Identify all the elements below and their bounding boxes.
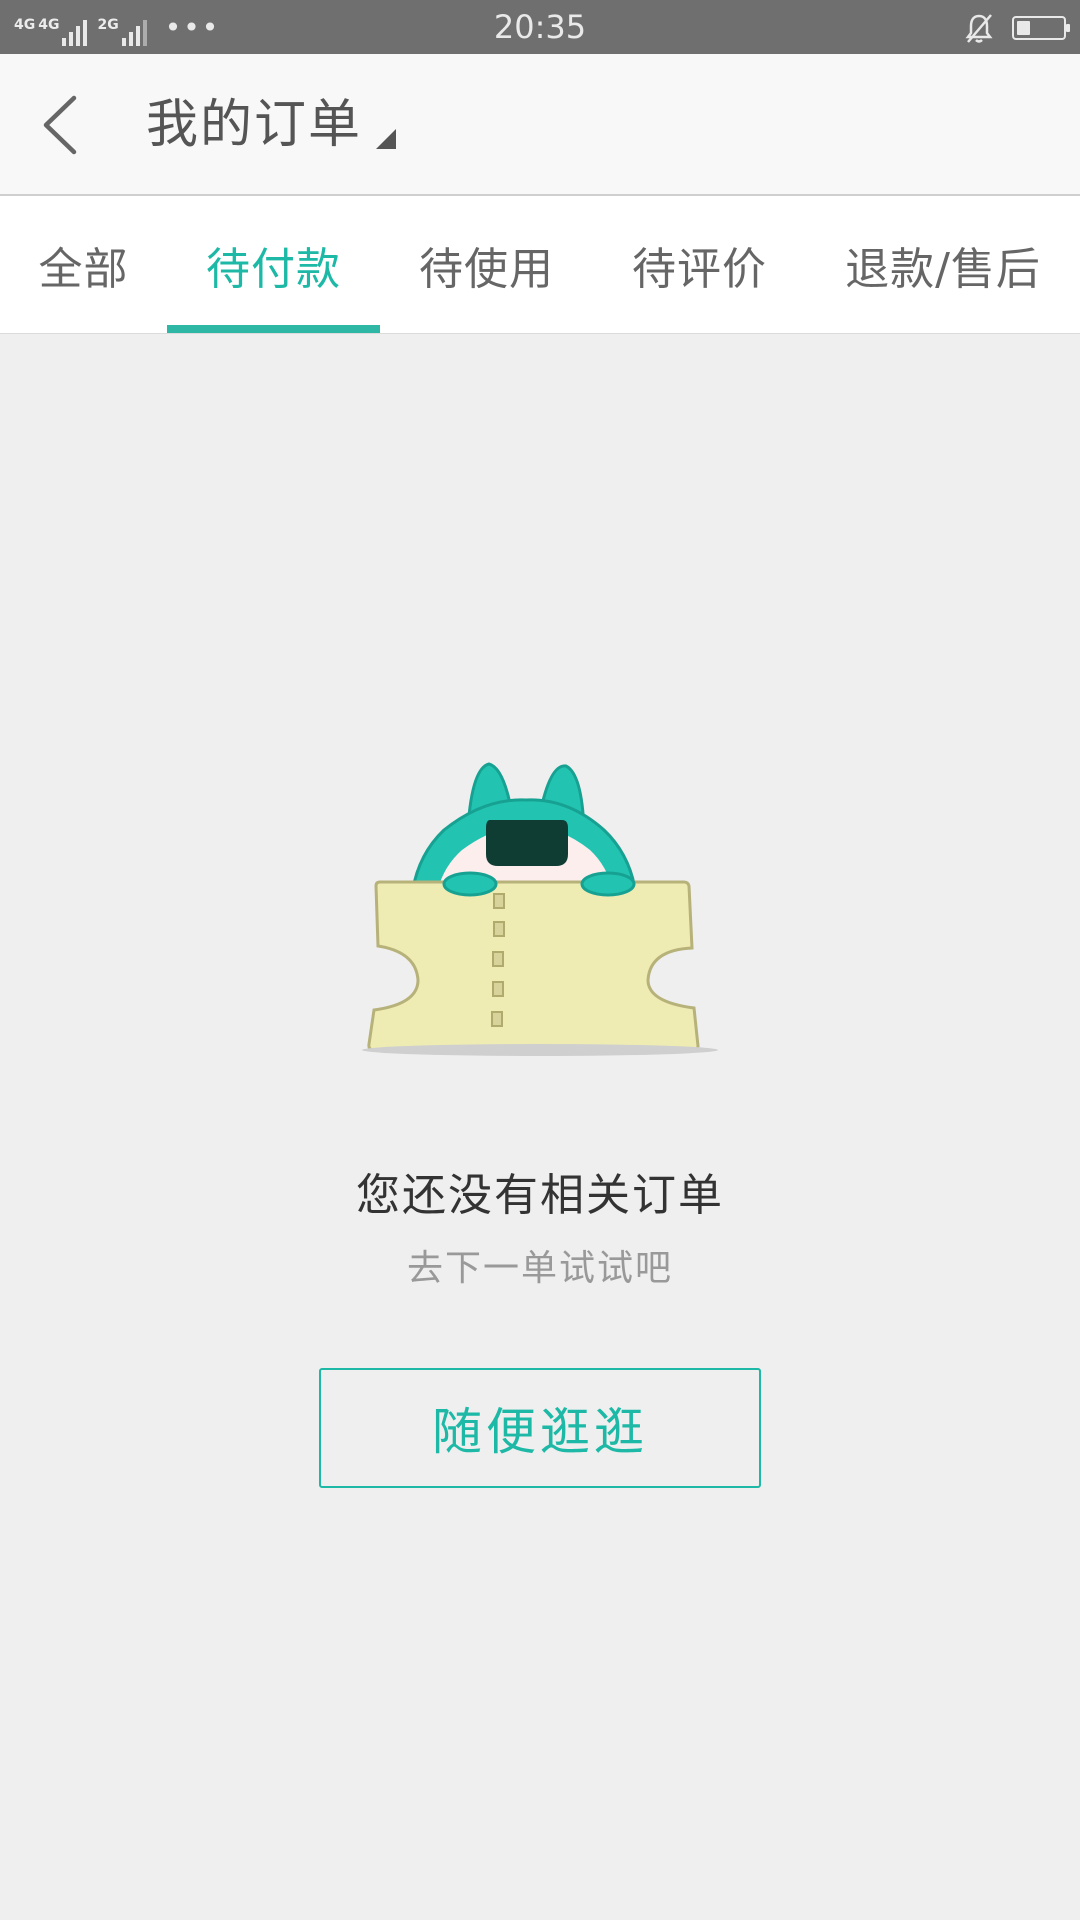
status-time: 20:35 bbox=[493, 8, 587, 46]
active-tab-indicator bbox=[167, 325, 380, 333]
tab-to-review[interactable]: 待评价 bbox=[593, 196, 806, 334]
tab-to-use[interactable]: 待使用 bbox=[380, 196, 593, 334]
browse-button[interactable]: 随便逛逛 bbox=[319, 1368, 761, 1488]
empty-state-title: 您还没有相关订单 bbox=[356, 1170, 724, 1221]
tab-all[interactable]: 全部 bbox=[0, 196, 167, 334]
ticket-mascot-illustration bbox=[362, 762, 718, 1056]
mute-bell-icon bbox=[965, 14, 993, 43]
title-dropdown[interactable]: 我的订单 bbox=[146, 90, 397, 160]
status-bar: 4G 4G 2G ••• 20:35 bbox=[0, 0, 1080, 54]
app-header: 我的订单 bbox=[0, 54, 1080, 196]
empty-state: 您还没有相关订单 去下一单试试吧 随便逛逛 bbox=[0, 334, 1080, 1920]
tab-pending-payment[interactable]: 待付款 bbox=[167, 196, 380, 334]
status-icons bbox=[964, 10, 1070, 46]
back-arrow-icon[interactable] bbox=[34, 90, 94, 160]
page-title: 我的订单 bbox=[146, 95, 363, 155]
empty-state-subtitle: 去下一单试试吧 bbox=[406, 1248, 673, 1289]
caret-icon bbox=[376, 129, 397, 149]
order-tabs: 全部 待付款 待使用 待评价 退款/售后 bbox=[0, 196, 1080, 334]
battery-icon bbox=[1012, 16, 1070, 40]
tab-refund[interactable]: 退款/售后 bbox=[806, 196, 1080, 334]
